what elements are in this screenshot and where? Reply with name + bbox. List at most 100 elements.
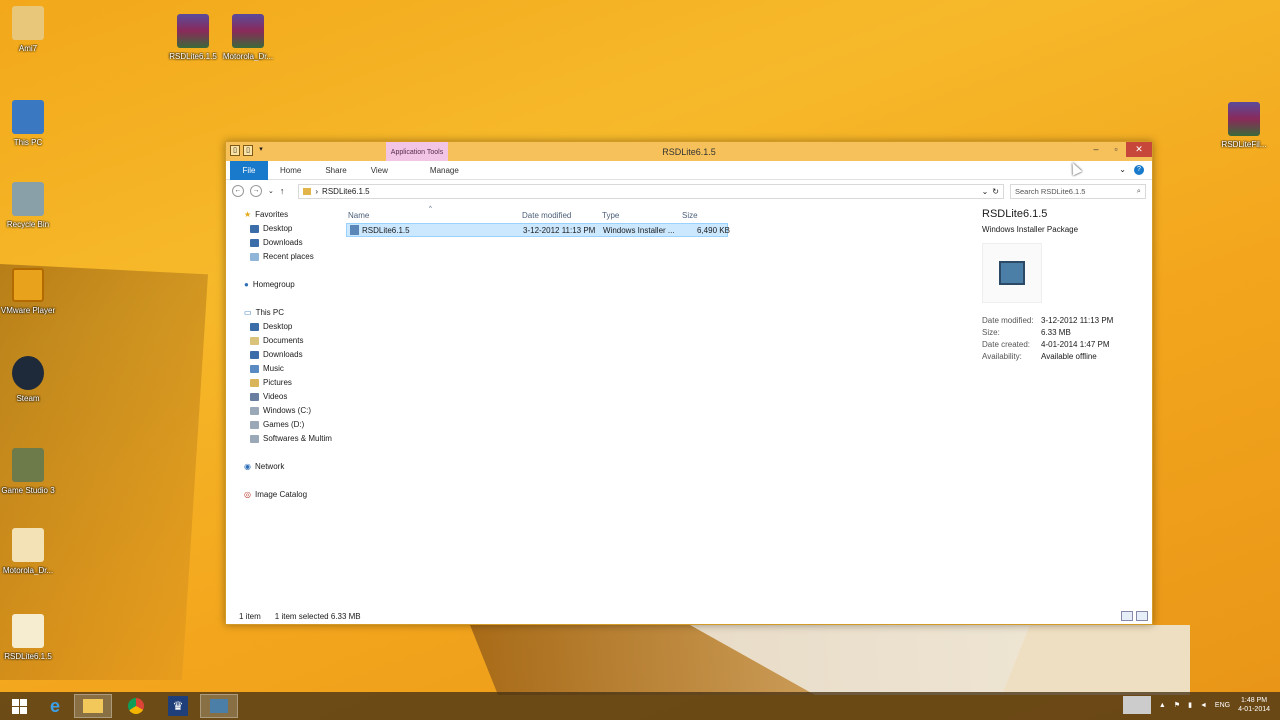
file-thumbnail bbox=[982, 243, 1042, 303]
taskbar-installer-app[interactable] bbox=[200, 694, 238, 718]
selection-info: 1 item selected 6.33 MB bbox=[274, 611, 361, 621]
column-headers: Name ^ Date modified Type Size bbox=[344, 206, 964, 224]
desktop-icon bbox=[250, 323, 259, 331]
minimize-button[interactable]: – bbox=[1086, 142, 1106, 157]
nav-this-pc[interactable]: ▭ This PC bbox=[232, 306, 344, 320]
taskbar-app-crown[interactable]: ♛ bbox=[159, 694, 197, 718]
installer-package-icon bbox=[999, 261, 1025, 285]
show-hidden-icons-icon[interactable]: ▲ bbox=[1159, 702, 1166, 709]
column-date-modified[interactable]: Date modified bbox=[522, 211, 571, 220]
taskbar-chrome[interactable] bbox=[117, 694, 155, 718]
tab-view[interactable]: View bbox=[359, 166, 400, 175]
internet-explorer-icon: e bbox=[49, 695, 60, 716]
nav-pc-desktop[interactable]: Desktop bbox=[232, 320, 344, 334]
nav-pc-pictures[interactable]: Pictures bbox=[232, 376, 344, 390]
search-input[interactable]: Search RSDLite6.1.5 bbox=[1015, 187, 1137, 196]
volume-icon[interactable]: ◄ bbox=[1200, 702, 1207, 709]
desktop-icon-game-studio[interactable]: Game Studio 3 bbox=[0, 448, 58, 495]
search-box[interactable]: Search RSDLite6.1.5 ⌕ bbox=[1010, 183, 1146, 199]
folder-icon bbox=[12, 528, 44, 562]
file-type: Windows Installer ... bbox=[603, 226, 675, 235]
desktop-icon-rsdlite-archive[interactable]: RSDLite6.1.5 bbox=[163, 14, 223, 61]
view-buttons bbox=[1121, 611, 1148, 621]
language-indicator[interactable]: ENG bbox=[1215, 702, 1230, 709]
desktop-icon-rsdlite-folder[interactable]: RSDLite6.1.5 bbox=[0, 614, 58, 661]
start-button[interactable] bbox=[0, 694, 38, 718]
column-type[interactable]: Type bbox=[602, 211, 619, 220]
installer-icon bbox=[350, 225, 359, 235]
file-explorer-icon bbox=[83, 699, 103, 713]
nav-pc-drive-d[interactable]: Games (D:) bbox=[232, 418, 344, 432]
column-name[interactable]: Name bbox=[348, 211, 369, 220]
forward-button[interactable]: → bbox=[250, 185, 262, 197]
taskbar-file-explorer[interactable] bbox=[74, 694, 112, 718]
maximize-button[interactable]: ▫ bbox=[1106, 142, 1126, 157]
details-view-icon[interactable] bbox=[1121, 611, 1133, 621]
column-size[interactable]: Size bbox=[682, 211, 698, 220]
refresh-icon[interactable]: ↻ bbox=[992, 187, 999, 196]
nav-fav-downloads[interactable]: Downloads bbox=[232, 236, 344, 250]
nav-fav-desktop[interactable]: Desktop bbox=[232, 222, 344, 236]
nav-image-catalog[interactable]: ◎ Image Catalog bbox=[232, 488, 344, 502]
network-tray-icon[interactable]: ▮ bbox=[1188, 701, 1192, 709]
folder-path-icon bbox=[303, 187, 312, 195]
desktop-icon-steam[interactable]: Steam bbox=[0, 356, 58, 403]
file-list: Name ^ Date modified Type Size RSDLite6.… bbox=[344, 206, 964, 237]
ribbon-tabs: File Home Share View Manage ⌄ ? bbox=[226, 160, 1152, 180]
steam-icon bbox=[12, 356, 44, 390]
recycle-bin-icon bbox=[12, 182, 44, 216]
documents-icon bbox=[250, 337, 259, 345]
clock-time: 1:48 PM bbox=[1241, 697, 1268, 704]
details-date-created: 4-01-2014 1:47 PM bbox=[1041, 340, 1110, 349]
status-bar: 1 item 1 item selected 6.33 MB bbox=[226, 608, 1152, 624]
nav-pc-drive-c[interactable]: Windows (C:) bbox=[232, 404, 344, 418]
desktop-icon-recycle-bin[interactable]: Recycle Bin bbox=[0, 182, 58, 229]
file-row[interactable]: RSDLite6.1.5 3-12-2012 11:13 PM Windows … bbox=[346, 223, 730, 237]
large-icons-view-icon[interactable] bbox=[1136, 611, 1148, 621]
breadcrumb-current[interactable]: RSDLite6.1.5 bbox=[322, 187, 370, 196]
desktop-icon-motorola-archive[interactable]: Motorola_Dr... bbox=[218, 14, 278, 61]
nav-pc-documents[interactable]: Documents bbox=[232, 334, 344, 348]
vmware-icon bbox=[12, 268, 44, 302]
expand-ribbon-icon[interactable]: ⌄ bbox=[1119, 165, 1126, 175]
folder-icon bbox=[12, 614, 44, 648]
recent-locations-icon[interactable]: ⌄ bbox=[268, 187, 274, 195]
desktop-icon-rsdlite-files[interactable]: RSDLiteFil... bbox=[1214, 102, 1274, 149]
desktop-icon-this-pc[interactable]: This PC bbox=[0, 100, 58, 147]
file-date: 3-12-2012 11:13 PM bbox=[523, 226, 596, 235]
close-button[interactable]: ✕ bbox=[1126, 142, 1152, 157]
clock[interactable]: 1:48 PM 4-01-2014 bbox=[1238, 696, 1270, 714]
help-icon[interactable]: ? bbox=[1134, 165, 1144, 175]
window-controls: – ▫ ✕ bbox=[1086, 142, 1152, 157]
tab-share[interactable]: Share bbox=[313, 166, 358, 175]
tab-manage[interactable]: Manage bbox=[418, 166, 471, 175]
nav-pc-drive-softwares[interactable]: Softwares & Multim bbox=[232, 432, 344, 446]
address-bar[interactable]: › RSDLite6.1.5 ⌄ ↻ bbox=[298, 183, 1004, 199]
taskbar-internet-explorer[interactable]: e bbox=[36, 694, 74, 718]
nav-network[interactable]: ◉ Network bbox=[232, 460, 344, 474]
desktop-icon-motorola-folder[interactable]: Motorola_Dr... bbox=[0, 528, 58, 575]
desktop-icon-ami7[interactable]: Ami7 bbox=[0, 6, 58, 53]
back-button[interactable]: ← bbox=[232, 185, 244, 197]
sort-ascending-icon: ^ bbox=[429, 206, 432, 212]
up-button[interactable]: ↑ bbox=[280, 186, 285, 196]
nav-favorites[interactable]: ★ Favorites bbox=[232, 208, 344, 222]
desktop-icon-vmware[interactable]: VMware Player bbox=[0, 268, 58, 315]
nav-pc-music[interactable]: Music bbox=[232, 362, 344, 376]
file-size: 6,490 KB bbox=[697, 226, 730, 235]
folder-icon bbox=[12, 6, 44, 40]
network-icon: ◉ bbox=[244, 462, 251, 471]
tab-file[interactable]: File bbox=[230, 160, 268, 180]
address-dropdown-icon[interactable]: ⌄ bbox=[982, 187, 989, 196]
action-center-icon[interactable]: ⚑ bbox=[1174, 701, 1180, 709]
nav-fav-recent[interactable]: Recent places bbox=[232, 250, 344, 264]
downloads-icon bbox=[250, 239, 259, 247]
nav-pc-videos[interactable]: Videos bbox=[232, 390, 344, 404]
tab-home[interactable]: Home bbox=[268, 166, 313, 175]
details-properties: Date modified: 3-12-2012 11:13 PM Size: 6.… bbox=[982, 316, 1147, 364]
tray-app-icon[interactable] bbox=[1122, 696, 1151, 714]
nav-pc-downloads[interactable]: Downloads bbox=[232, 348, 344, 362]
title-bar: ▯ ▯ ▾ Application Tools RSDLite6.1.5 – ▫… bbox=[226, 142, 1152, 161]
homegroup-icon: ● bbox=[244, 280, 249, 289]
nav-homegroup[interactable]: ● Homegroup bbox=[232, 278, 344, 292]
